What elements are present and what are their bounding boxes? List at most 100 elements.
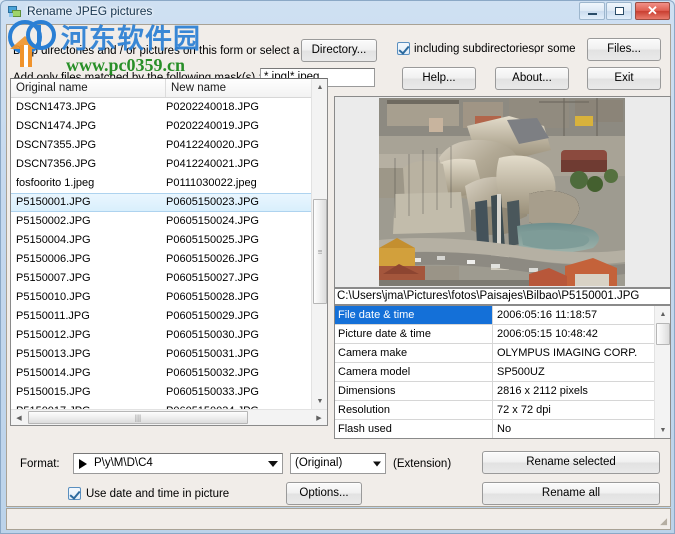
exit-button[interactable]: Exit [587, 67, 661, 90]
table-row[interactable]: P5150010.JPG P0605150028.JPG [11, 288, 314, 307]
exif-vertical-scrollbar[interactable]: ▲ ▼ [654, 306, 670, 438]
cell-new-name: P0605150024.JPG [166, 215, 259, 227]
cell-original-name: P5150014.JPG [16, 367, 91, 379]
minimize-button[interactable] [579, 2, 605, 20]
cell-new-name: P0605150026.JPG [166, 253, 259, 265]
cell-original-name: P5150010.JPG [16, 291, 91, 303]
cell-new-name: P0605150027.JPG [166, 272, 259, 284]
table-row[interactable]: DSCN1473.JPG P0202240018.JPG [11, 98, 314, 117]
exif-key: Dimensions [335, 382, 493, 400]
table-row[interactable]: DSCN7355.JPG P0412240020.JPG [11, 136, 314, 155]
cell-original-name: DSCN7355.JPG [16, 139, 97, 151]
cell-new-name: P0605150025.JPG [166, 234, 259, 246]
scroll-right-icon[interactable]: ▶ [311, 410, 327, 425]
image-path-field[interactable]: C:\Users\jma\Pictures\fotos\Paisajes\Bil… [334, 288, 671, 305]
file-list-horizontal-scrollbar[interactable]: ◀ ||| ▶ [11, 409, 327, 425]
table-row[interactable]: P5150014.JPG P0605150032.JPG [11, 364, 314, 383]
exif-scroll-up-icon[interactable]: ▲ [655, 306, 670, 322]
table-row[interactable]: P5150012.JPG P0605150030.JPG [11, 326, 314, 345]
minimize-icon [580, 3, 604, 19]
cell-new-name: P0605150023.JPG [166, 196, 259, 208]
chevron-down-icon-2[interactable] [373, 461, 381, 466]
about-button[interactable]: About... [495, 67, 569, 90]
directory-button[interactable]: Directory... [301, 39, 377, 62]
rename-selected-button[interactable]: Rename selected [482, 451, 660, 474]
table-row[interactable]: P5150006.JPG P0605150026.JPG [11, 250, 314, 269]
scroll-down-icon[interactable]: ▼ [312, 393, 327, 409]
exif-value: 72 x 72 dpi [497, 404, 551, 416]
close-icon: ✕ [647, 3, 658, 18]
table-row[interactable]: fosfoorito 1.jpeg P0111030022.jpeg [11, 174, 314, 193]
cell-new-name: P0202240019.JPG [166, 120, 259, 132]
exif-rows: File date & time 2006:05:16 11:18:57 Pictu… [335, 306, 670, 438]
table-row[interactable]: DSCN1474.JPG P0202240019.JPG [11, 117, 314, 136]
use-date-time-checkbox[interactable] [68, 487, 81, 500]
exif-row[interactable]: Dimensions 2816 x 2112 pixels [335, 382, 670, 401]
cell-new-name: P0412240021.JPG [166, 158, 259, 170]
table-row[interactable]: P5150013.JPG P0605150031.JPG [11, 345, 314, 364]
close-button[interactable]: ✕ [635, 2, 670, 20]
format-combobox[interactable]: P\y\M\D\C4 [73, 453, 283, 474]
table-row[interactable]: DSCN7356.JPG P0412240021.JPG [11, 155, 314, 174]
original-combobox[interactable]: (Original) [290, 453, 386, 474]
cell-original-name: P5150002.JPG [16, 215, 91, 227]
bottom-toolbar: Format: P\y\M\D\C4 (Original) (Extension… [10, 444, 662, 506]
maximize-button[interactable] [606, 2, 632, 20]
file-list[interactable]: Original name New name DSCN1473.JPG P0202… [10, 78, 328, 426]
table-row[interactable]: P5150004.JPG P0605150025.JPG [11, 231, 314, 250]
resize-grip-icon[interactable]: ◢ [655, 515, 667, 527]
or-some-label: or some [534, 43, 576, 55]
image-preview-panel [334, 96, 671, 288]
exif-row[interactable]: Camera model SP500UZ [335, 363, 670, 382]
cell-original-name: P5150006.JPG [16, 253, 91, 265]
help-button[interactable]: Help... [402, 67, 476, 90]
table-row[interactable]: P5150002.JPG P0605150024.JPG [11, 212, 314, 231]
cell-new-name: P0605150031.JPG [166, 348, 259, 360]
cell-original-name: DSCN1473.JPG [16, 101, 97, 113]
maximize-icon [607, 3, 631, 19]
exif-row[interactable]: Flash used No [335, 420, 670, 438]
preview-image [379, 98, 625, 286]
including-subdirectories-checkbox[interactable] [397, 42, 410, 55]
column-header-new-name[interactable]: New name [166, 79, 314, 97]
exif-properties-table[interactable]: File date & time 2006:05:16 11:18:57 Pictu… [334, 305, 671, 439]
exif-row[interactable]: Resolution 72 x 72 dpi [335, 401, 670, 420]
format-combobox-value: P\y\M\D\C4 [94, 457, 153, 469]
app-icon [8, 5, 22, 19]
cell-original-name: DSCN7356.JPG [16, 158, 97, 170]
chevron-down-icon[interactable] [268, 460, 278, 467]
exif-row[interactable]: Picture date & time 2006:05:15 10:48:42 [335, 325, 670, 344]
scroll-left-icon[interactable]: ◀ [11, 410, 27, 425]
exif-row[interactable]: Camera make OLYMPUS IMAGING CORP. [335, 344, 670, 363]
rename-all-button[interactable]: Rename all [482, 482, 660, 505]
exif-key: Camera make [335, 344, 493, 362]
exif-key: File date & time [335, 306, 493, 324]
table-row[interactable]: P5150015.JPG P0605150033.JPG [11, 383, 314, 402]
window-title: Rename JPEG pictures [27, 4, 153, 18]
table-row[interactable]: P5150007.JPG P0605150027.JPG [11, 269, 314, 288]
cell-new-name: P0605150028.JPG [166, 291, 259, 303]
exif-key: Flash used [335, 420, 493, 438]
exif-scroll-down-icon[interactable]: ▼ [655, 422, 670, 438]
exif-value: 2816 x 2112 pixels [497, 385, 588, 397]
cell-new-name: P0111030022.jpeg [166, 177, 257, 189]
cell-new-name: P0605150029.JPG [166, 310, 259, 322]
exif-scroll-thumb[interactable] [656, 323, 670, 345]
file-list-hscroll-thumb[interactable]: ||| [28, 411, 248, 424]
table-row[interactable]: P5150011.JPG P0605150029.JPG [11, 307, 314, 326]
cell-new-name: P0202240018.JPG [166, 101, 259, 113]
scroll-up-icon[interactable]: ▲ [312, 79, 327, 95]
table-row[interactable]: P5150001.JPG P0605150023.JPG [11, 193, 314, 212]
file-list-vertical-scrollbar[interactable]: ▲ ≡ ▼ [311, 79, 327, 409]
files-button[interactable]: Files... [587, 38, 661, 61]
file-list-scroll-thumb[interactable]: ≡ [313, 199, 327, 304]
cell-new-name: P0412240020.JPG [166, 139, 259, 151]
column-header-original-name[interactable]: Original name [11, 79, 166, 97]
options-button[interactable]: Options... [286, 482, 362, 505]
cell-new-name: P0605150033.JPG [166, 386, 259, 398]
exif-row[interactable]: File date & time 2006:05:16 11:18:57 [335, 306, 670, 325]
cell-new-name: P0605150030.JPG [166, 329, 259, 341]
exif-value: No [497, 423, 512, 435]
exif-key: Camera model [335, 363, 493, 381]
including-subdirectories-label: including subdirectories, [414, 43, 538, 55]
